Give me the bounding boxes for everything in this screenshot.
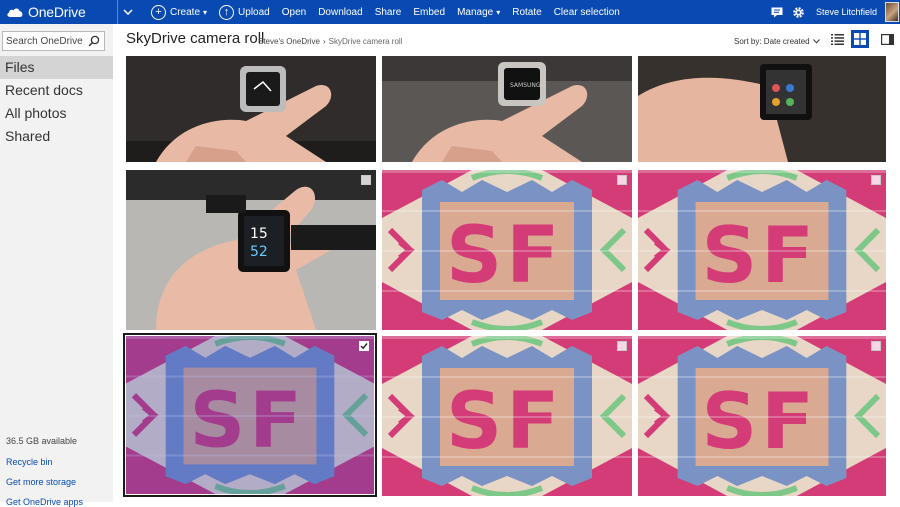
breadcrumb-root[interactable]: Steve's OneDrive <box>258 37 320 46</box>
photo-tile[interactable] <box>638 56 886 162</box>
list-view-icon[interactable] <box>828 30 846 48</box>
rotate-button[interactable]: Rotate <box>506 0 547 24</box>
photo-tile[interactable] <box>638 336 886 496</box>
manage-button[interactable]: Manage ▾ <box>451 0 506 24</box>
share-button[interactable]: Share <box>369 0 408 24</box>
photo-tile[interactable] <box>382 336 632 496</box>
user-name[interactable]: Steve Litchfield <box>810 7 885 17</box>
photo-tile[interactable] <box>382 170 632 330</box>
breadcrumb-current: SkyDrive camera roll <box>328 37 403 46</box>
search-icon[interactable] <box>88 35 100 50</box>
cross-stitch-photo <box>638 336 886 496</box>
clear-selection-button[interactable]: Clear selection <box>548 0 626 24</box>
cross-stitch-photo <box>638 170 886 330</box>
open-button[interactable]: Open <box>276 0 312 24</box>
watch-photo <box>638 56 886 162</box>
brand-name: OneDrive <box>28 4 86 20</box>
cloud-icon <box>6 7 24 17</box>
chevron-down-icon: ▾ <box>203 7 208 17</box>
checkmark-icon <box>360 343 368 350</box>
upload-button[interactable]: ↑ Upload <box>213 0 276 24</box>
watch-photo: SAMSUNG <box>382 56 632 162</box>
onedrive-logo[interactable]: OneDrive <box>0 0 113 24</box>
select-checkbox-checked[interactable] <box>359 341 369 351</box>
svg-text:52: 52 <box>250 244 268 260</box>
cross-stitch-photo <box>382 336 632 496</box>
gear-icon[interactable] <box>788 0 810 24</box>
page-title: SkyDrive camera roll <box>126 30 265 47</box>
top-bar: OneDrive + Create ▾ ↑ Upload Open Downlo… <box>0 0 900 24</box>
left-navigation: Search OneDrive Files Recent docs All ph… <box>0 24 113 507</box>
watch-photo: 1552 <box>126 170 376 330</box>
photo-tile[interactable]: SAMSUNG <box>382 56 632 162</box>
nav-item-files[interactable]: Files <box>0 56 113 79</box>
storage-available: 36.5 GB available <box>6 436 78 446</box>
get-more-storage-link[interactable]: Get more storage <box>6 477 76 487</box>
thumbnail-view-icon[interactable] <box>851 30 869 48</box>
get-onedrive-apps-link[interactable]: Get OneDrive apps <box>6 497 83 507</box>
svg-text:15: 15 <box>250 226 268 242</box>
photo-tile[interactable] <box>126 56 376 162</box>
download-button[interactable]: Download <box>312 0 368 24</box>
search-input[interactable]: Search OneDrive <box>2 31 105 51</box>
breadcrumb: Steve's OneDrive › SkyDrive camera roll <box>258 37 402 46</box>
embed-button[interactable]: Embed <box>407 0 451 24</box>
photo-tile[interactable] <box>638 170 886 330</box>
select-checkbox[interactable] <box>871 175 881 185</box>
watch-photo <box>126 56 376 162</box>
sort-dropdown[interactable]: Sort by: Date created <box>734 37 820 46</box>
nav-item-all-photos[interactable]: All photos <box>0 102 113 125</box>
select-checkbox[interactable] <box>361 175 371 185</box>
upload-icon: ↑ <box>219 4 235 20</box>
notifications-icon[interactable] <box>766 0 788 24</box>
cross-stitch-photo <box>382 170 632 330</box>
photo-tile-selected[interactable] <box>123 333 377 497</box>
app-switcher-chevron-icon[interactable] <box>117 0 137 24</box>
selection-overlay <box>126 336 374 494</box>
details-pane-icon[interactable] <box>878 30 896 48</box>
svg-text:SAMSUNG: SAMSUNG <box>510 82 541 89</box>
breadcrumb-separator-icon: › <box>323 37 326 46</box>
create-button[interactable]: + Create ▾ <box>145 0 213 24</box>
chevron-down-icon <box>812 37 820 46</box>
photo-tile[interactable]: 15 52 <box>126 170 376 330</box>
nav-item-recent-docs[interactable]: Recent docs <box>0 79 113 102</box>
plus-icon: + <box>151 4 166 20</box>
avatar[interactable] <box>885 2 899 22</box>
select-checkbox[interactable] <box>617 175 627 185</box>
nav-list: Files Recent docs All photos Shared <box>0 56 113 148</box>
select-checkbox[interactable] <box>871 341 881 351</box>
chevron-down-icon: ▾ <box>496 7 501 17</box>
select-checkbox[interactable] <box>617 341 627 351</box>
recycle-bin-link[interactable]: Recycle bin <box>6 457 53 467</box>
nav-item-shared[interactable]: Shared <box>0 125 113 148</box>
